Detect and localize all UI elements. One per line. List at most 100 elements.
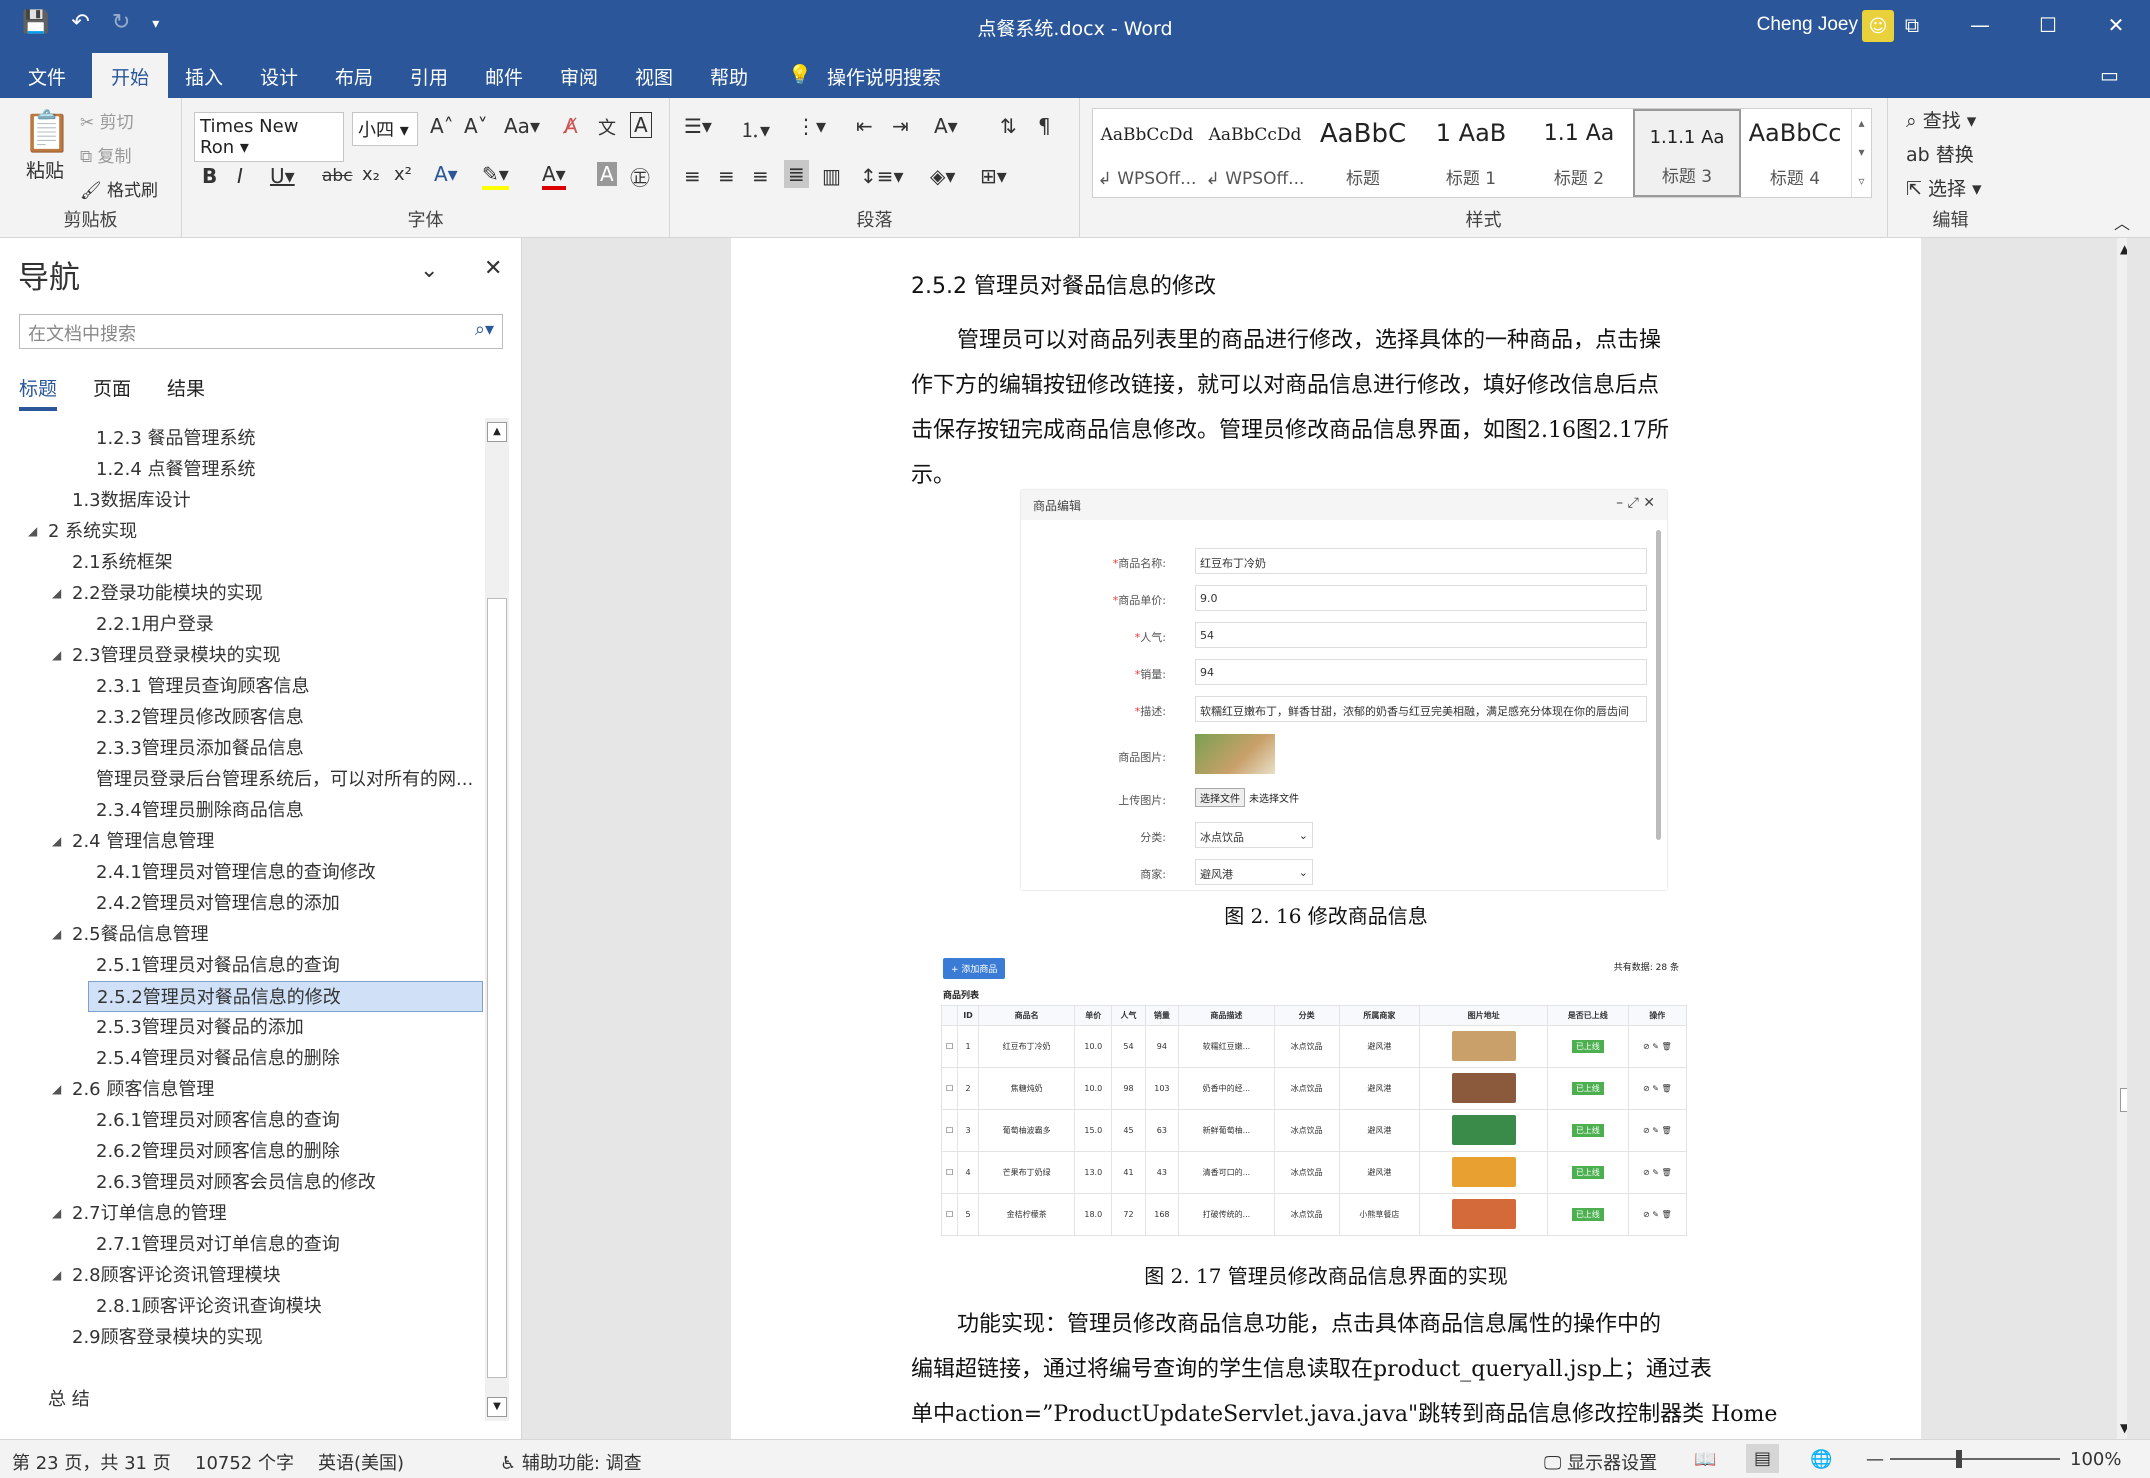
- nav-heading-item[interactable]: 2.8.1顾客评论资讯查询模块: [0, 1291, 486, 1322]
- copy-button[interactable]: ⧉ 复制: [80, 142, 132, 167]
- italic-icon[interactable]: I: [237, 164, 243, 188]
- style-title[interactable]: AaBbC 标题: [1309, 109, 1417, 197]
- tab-mailings[interactable]: 邮件: [485, 63, 523, 90]
- nav-heading-item[interactable]: ◢ 2.4 管理信息管理: [0, 826, 486, 857]
- nav-heading-item[interactable]: 总 结: [0, 1384, 486, 1409]
- nav-tab-pages[interactable]: 页面: [93, 374, 131, 411]
- enclose-char-icon[interactable]: ㊣: [630, 162, 650, 191]
- nav-heading-item[interactable]: 1.2.3 餐品管理系统: [0, 423, 486, 454]
- asian-layout-icon[interactable]: A▾: [934, 114, 958, 138]
- user-name[interactable]: Cheng Joey: [1757, 14, 1858, 36]
- style-heading-1[interactable]: 1 AaB 标题 1: [1417, 109, 1525, 197]
- nav-heading-item[interactable]: 2.3.2管理员修改顾客信息: [0, 702, 486, 733]
- tell-me-search[interactable]: 操作说明搜索: [827, 63, 941, 90]
- expand-triangle-icon[interactable]: ◢: [52, 640, 61, 671]
- maximize-button[interactable]: ☐: [2014, 0, 2082, 53]
- underline-icon[interactable]: U▾: [270, 164, 295, 188]
- align-left-icon[interactable]: ≡: [684, 164, 701, 188]
- change-case-icon[interactable]: Aa▾: [504, 114, 540, 138]
- font-size-select[interactable]: 小四 ▾: [352, 112, 418, 146]
- nav-heading-item[interactable]: 2.6.1管理员对顾客信息的查询: [0, 1105, 486, 1136]
- expand-triangle-icon[interactable]: ◢: [52, 1074, 61, 1105]
- nav-heading-item[interactable]: ◢ 2.2登录功能模块的实现: [0, 578, 486, 609]
- borders-icon[interactable]: ⊞▾: [980, 164, 1007, 188]
- document-page[interactable]: 2.5.2 管理员对餐品信息的修改 管理员可以对商品列表里的商品进行修改，选择具…: [731, 238, 1921, 1439]
- tab-review[interactable]: 审阅: [560, 63, 598, 90]
- read-mode-icon[interactable]: 📖: [1694, 1449, 1716, 1470]
- cut-button[interactable]: ✂ 剪切: [80, 108, 134, 133]
- replace-button[interactable]: ab 替换: [1906, 140, 1974, 167]
- tab-references[interactable]: 引用: [410, 63, 448, 90]
- search-icon[interactable]: ⌕▾: [475, 319, 494, 340]
- nav-scrollbar[interactable]: ▲ ▼: [485, 418, 509, 1421]
- tab-layout[interactable]: 布局: [335, 63, 373, 90]
- distributed-icon[interactable]: ▥: [822, 164, 841, 188]
- zoom-slider-thumb[interactable]: [1956, 1450, 1962, 1468]
- nav-heading-item[interactable]: 2.3.1 管理员查询顾客信息: [0, 671, 486, 702]
- style-item[interactable]: AaBbCcDd ↲ WPSOff...: [1201, 109, 1309, 197]
- nav-heading-item[interactable]: ◢ 2.5餐品信息管理: [0, 919, 486, 950]
- paste-icon[interactable]: 📋: [22, 108, 72, 155]
- nav-heading-item[interactable]: 2.5.1管理员对餐品信息的查询: [0, 950, 486, 981]
- char-shading-icon[interactable]: A: [597, 162, 617, 186]
- nav-heading-item[interactable]: ◢ 2.8顾客评论资讯管理模块: [0, 1260, 486, 1291]
- nav-heading-item[interactable]: ◢ 2.7订单信息的管理: [0, 1198, 486, 1229]
- strikethrough-icon[interactable]: abc: [322, 166, 353, 186]
- document-scrollbar[interactable]: ▲ ▼: [2117, 238, 2127, 1439]
- nav-heading-item[interactable]: 2.2.1用户登录: [0, 609, 486, 640]
- find-button[interactable]: ⌕ 查找 ▾: [1906, 106, 1976, 133]
- tab-home[interactable]: 开始: [92, 53, 169, 98]
- multilevel-list-icon[interactable]: ⋮▾: [796, 114, 826, 138]
- web-layout-icon[interactable]: 🌐: [1810, 1449, 1832, 1470]
- nav-heading-item[interactable]: 2.3.4管理员删除商品信息: [0, 795, 486, 826]
- nav-tab-headings[interactable]: 标题: [19, 374, 58, 411]
- expand-triangle-icon[interactable]: ◢: [52, 826, 61, 857]
- minimize-button[interactable]: —: [1946, 0, 2014, 53]
- bold-icon[interactable]: B: [202, 164, 217, 188]
- numbering-icon[interactable]: ⒈▾: [740, 114, 770, 143]
- nav-heading-item[interactable]: 2.6.2管理员对顾客信息的删除: [0, 1136, 486, 1167]
- collapse-ribbon-icon[interactable]: ︿: [2114, 210, 2130, 234]
- nav-heading-item[interactable]: 1.2.4 点餐管理系统: [0, 454, 486, 485]
- font-color-icon[interactable]: A▾: [542, 162, 566, 190]
- tab-help[interactable]: 帮助: [710, 63, 748, 90]
- zoom-slider[interactable]: [1890, 1458, 2060, 1460]
- tab-file[interactable]: 文件: [28, 63, 66, 90]
- comments-icon[interactable]: ▭: [2100, 63, 2119, 87]
- font-name-select[interactable]: Times New Ron ▾: [194, 112, 344, 162]
- style-item[interactable]: AaBbCcDd ↲ WPSOff...: [1093, 109, 1201, 197]
- word-count[interactable]: 10752 个字: [195, 1449, 294, 1475]
- nav-search-input[interactable]: 在文档中搜索 ⌕▾: [19, 314, 503, 349]
- nav-heading-item[interactable]: ◢ 2.6 顾客信息管理: [0, 1074, 486, 1105]
- align-right-icon[interactable]: ≡: [752, 164, 769, 188]
- expand-triangle-icon[interactable]: ◢: [28, 516, 37, 547]
- increase-indent-icon[interactable]: ⇥: [892, 114, 909, 138]
- superscript-icon[interactable]: x²: [394, 164, 412, 185]
- grow-font-icon[interactable]: A˄: [430, 114, 454, 138]
- subscript-icon[interactable]: x₂: [362, 164, 380, 185]
- nav-heading-item[interactable]: 2.4.2管理员对管理信息的添加: [0, 888, 486, 919]
- format-painter-button[interactable]: 🖌 格式刷: [80, 176, 158, 201]
- shading-icon[interactable]: ◈▾: [930, 164, 955, 188]
- nav-tab-results[interactable]: 结果: [167, 374, 205, 411]
- nav-heading-item[interactable]: ◢ 2 系统实现: [0, 516, 486, 547]
- expand-triangle-icon[interactable]: ◢: [52, 919, 61, 950]
- print-layout-icon[interactable]: ▤: [1746, 1444, 1780, 1473]
- nav-heading-item[interactable]: 2.5.2管理员对餐品信息的修改: [88, 981, 483, 1012]
- bullets-icon[interactable]: ☰▾: [684, 114, 712, 138]
- accessibility-status[interactable]: ♿ 辅助功能: 调查: [500, 1449, 642, 1475]
- nav-heading-item[interactable]: 2.7.1管理员对订单信息的查询: [0, 1229, 486, 1260]
- nav-heading-item[interactable]: 2.3.3管理员添加餐品信息: [0, 733, 486, 764]
- display-settings[interactable]: 🖵 显示器设置: [1544, 1449, 1657, 1475]
- style-heading-3[interactable]: 1.1.1 Aa 标题 3: [1633, 109, 1741, 197]
- align-center-icon[interactable]: ≡: [718, 164, 735, 188]
- tab-insert[interactable]: 插入: [185, 63, 223, 90]
- zoom-out-icon[interactable]: —: [1866, 1449, 1884, 1470]
- styles-scroll[interactable]: ▴ ▾ ▿: [1851, 109, 1871, 197]
- char-border-icon[interactable]: A: [630, 112, 652, 138]
- nav-heading-item[interactable]: 2.9顾客登录模块的实现: [0, 1322, 486, 1353]
- close-button[interactable]: ✕: [2082, 0, 2150, 53]
- page-count[interactable]: 第 23 页，共 31 页: [12, 1449, 171, 1475]
- nav-options-icon[interactable]: ⌄: [420, 258, 438, 283]
- nav-close-icon[interactable]: ✕: [484, 256, 502, 281]
